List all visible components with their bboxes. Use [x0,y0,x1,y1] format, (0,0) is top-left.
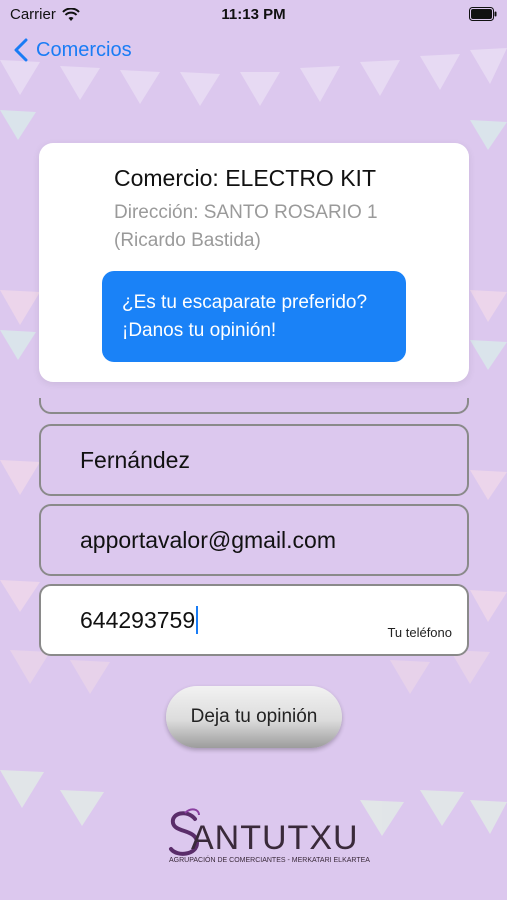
favorite-window-button[interactable]: ¿Es tu escaparate preferido? ¡Danos tu o… [102,271,406,362]
shop-address: Dirección: SANTO ROSARIO 1 (Ricardo Bast… [114,202,378,251]
text-caret [196,606,199,634]
logo-tagline: AGRUPACIÓN DE COMERCIANTES - MERKATARI E… [169,857,370,864]
clock: 11:13 PM [221,6,286,23]
name-field-partial[interactable] [39,398,469,414]
back-button[interactable]: Comercios [14,38,132,62]
email-value: apportavalor@gmail.com [80,526,337,553]
phone-value: 644293759 [80,606,196,633]
shop-title: Comercio: ELECTRO KIT [114,165,376,191]
surname-value: Fernández [80,446,190,473]
logo-wordmark: ANTUTXU [191,819,359,857]
phone-field[interactable]: 644293759 Tu teléfono [39,584,469,656]
santutxu-logo: ANTUTXU AGRUPACIÓN DE COMERCIANTES - MER… [165,805,370,875]
shop-card: Comercio: ELECTRO KIT Dirección: SANTO R… [39,143,469,382]
surname-field[interactable]: Fernández [39,424,469,496]
status-bar: Carrier 11:13 PM [0,0,507,30]
cta-line-2: ¡Danos tu opinión! [122,320,277,341]
phone-hint: Tu teléfono [387,625,452,640]
submit-label: Deja tu opinión [190,706,318,727]
submit-opinion-button[interactable]: Deja tu opinión [166,686,342,748]
chevron-left-icon [14,38,28,62]
email-field[interactable]: apportavalor@gmail.com [39,504,469,576]
battery-icon [469,7,497,21]
cta-line-1: ¿Es tu escaparate preferido? [122,292,368,313]
back-label: Comercios [36,38,132,61]
